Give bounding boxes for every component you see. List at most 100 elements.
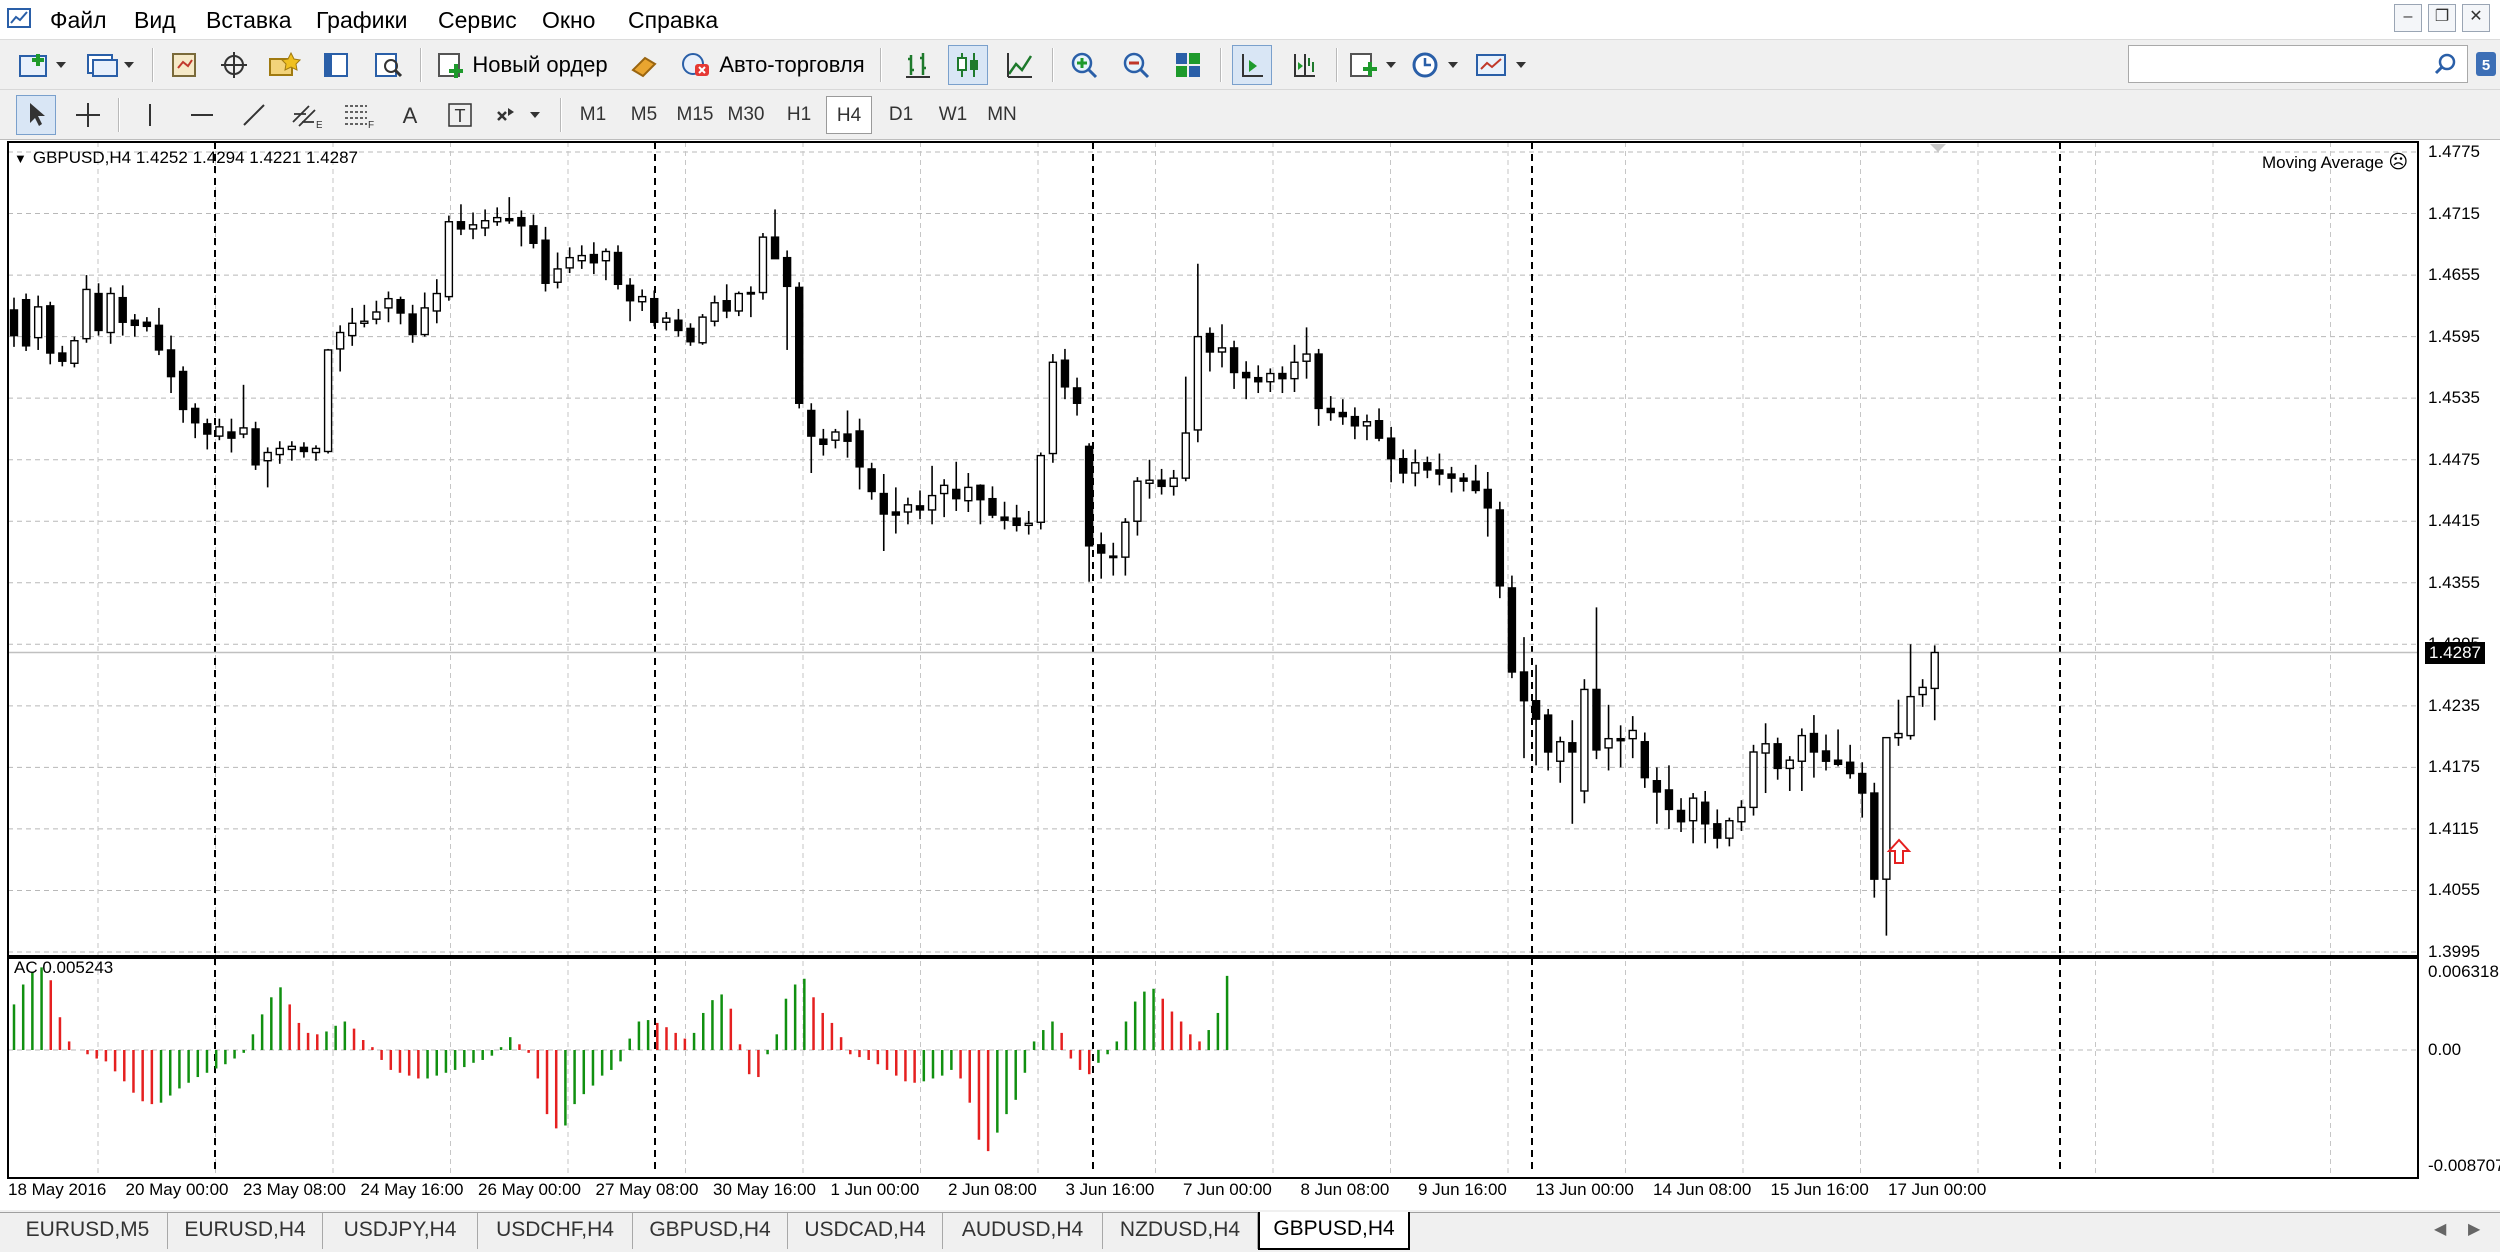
- bear-candle: [1447, 473, 1456, 479]
- menu-help[interactable]: Справка: [622, 5, 724, 35]
- chart-window[interactable]: ▼ GBPUSD,H4 1.4252 1.4294 1.4221 1.4287 M…: [0, 140, 2500, 1210]
- timeframe-m30[interactable]: M30: [723, 96, 769, 134]
- auto-scroll-icon[interactable]: [1232, 45, 1272, 85]
- timeframe-m15[interactable]: M15: [672, 96, 718, 134]
- price-tick-label: 1.4775: [2428, 142, 2480, 161]
- bull-candle: [1169, 477, 1178, 488]
- tabs-scroll-right-icon[interactable]: ▶: [2468, 1219, 2480, 1239]
- fibonacci-icon[interactable]: F: [338, 95, 378, 135]
- terminal-icon[interactable]: [316, 45, 356, 85]
- favorites-icon[interactable]: [264, 45, 304, 85]
- bear-candle: [1084, 445, 1094, 547]
- meta-editor-icon[interactable]: [624, 45, 664, 85]
- bear-candle: [1833, 759, 1843, 766]
- menu-window[interactable]: Окно: [536, 5, 601, 35]
- trendline-icon[interactable]: [234, 95, 274, 135]
- bear-candle: [9, 309, 19, 337]
- price-chart[interactable]: [0, 140, 2500, 1210]
- moving-average-label[interactable]: Moving Average ☹: [2262, 151, 2408, 174]
- zoom-in-icon[interactable]: [1064, 45, 1104, 85]
- market-watch-icon[interactable]: [164, 45, 204, 85]
- date-tick-label: 18 May 2016: [8, 1180, 107, 1199]
- timeframe-h4[interactable]: H4: [826, 96, 872, 134]
- periods-button[interactable]: [1410, 45, 1466, 85]
- horizontal-line-icon[interactable]: [182, 95, 222, 135]
- tab-nzdusd-h4[interactable]: NZDUSD,H4: [1103, 1213, 1258, 1249]
- tabs-scroll-left-icon[interactable]: ◀: [2434, 1219, 2446, 1239]
- bear-candle: [1519, 671, 1529, 702]
- tab-usdjpy-h4[interactable]: USDJPY,H4: [323, 1213, 478, 1249]
- auto-trading-button[interactable]: Авто-торговля: [674, 45, 870, 85]
- bear-candle: [807, 409, 816, 437]
- ac-tick-label: -0.008707: [2428, 1156, 2500, 1175]
- bear-candle: [1592, 688, 1601, 751]
- menu-file[interactable]: Файл: [44, 5, 113, 35]
- restore-button[interactable]: ❐: [2428, 4, 2456, 32]
- tab-gbpusd-h4-first[interactable]: GBPUSD,H4: [633, 1213, 788, 1249]
- bear-candle: [505, 217, 514, 222]
- tab-eurusd-h4[interactable]: EURUSD,H4: [168, 1213, 323, 1249]
- shift-marker-icon: [1930, 144, 1946, 152]
- crosshair-icon[interactable]: [68, 95, 108, 135]
- text-icon[interactable]: A: [390, 95, 430, 135]
- bear-candle: [976, 484, 985, 501]
- zoom-out-icon[interactable]: [1116, 45, 1156, 85]
- candles: [9, 197, 1939, 936]
- chart-menu-arrow-icon[interactable]: ▼: [14, 151, 27, 166]
- templates-button[interactable]: [1474, 45, 1534, 85]
- new-order-button[interactable]: Новый ордер: [432, 45, 612, 85]
- bear-candle: [1507, 587, 1517, 673]
- timeframe-h1[interactable]: H1: [776, 96, 822, 134]
- menu-tools[interactable]: Сервис: [432, 5, 523, 35]
- bull-candle: [1930, 651, 1939, 690]
- arrows-button[interactable]: [492, 95, 548, 135]
- tab-eurusd-m5[interactable]: EURUSD,M5: [8, 1213, 168, 1249]
- app-icon[interactable]: [6, 6, 32, 32]
- timeframe-m1[interactable]: M1: [570, 96, 616, 134]
- bull-candle: [1121, 521, 1130, 558]
- strategy-tester-icon[interactable]: [368, 45, 408, 85]
- text-label-icon[interactable]: T: [440, 95, 480, 135]
- profiles-button[interactable]: [84, 45, 140, 85]
- timeframe-m5[interactable]: M5: [621, 96, 667, 134]
- line-chart-icon[interactable]: [1000, 45, 1040, 85]
- bear-candle: [1640, 741, 1650, 779]
- bear-candle: [1471, 480, 1480, 492]
- timeframe-d1[interactable]: D1: [878, 96, 924, 134]
- vertical-line-icon[interactable]: [130, 95, 170, 135]
- ac-tick-label: 0.006318: [2428, 962, 2499, 981]
- candlestick-chart-icon[interactable]: [948, 45, 988, 85]
- bear-candle: [1229, 347, 1239, 374]
- bear-candle: [1616, 737, 1625, 742]
- timeframe-mn[interactable]: MN: [979, 96, 1025, 134]
- bear-candle: [1652, 780, 1662, 793]
- search-icon[interactable]: [2433, 51, 2459, 83]
- minimize-button[interactable]: –: [2394, 4, 2422, 32]
- close-button[interactable]: ✕: [2462, 4, 2490, 32]
- menu-view[interactable]: Вид: [128, 5, 182, 35]
- bear-candle: [1423, 462, 1432, 471]
- tab-usdcad-h4[interactable]: USDCAD,H4: [788, 1213, 943, 1249]
- bull-candle: [1785, 759, 1794, 770]
- tab-usdchf-h4[interactable]: USDCHF,H4: [478, 1213, 633, 1249]
- menu-insert[interactable]: Вставка: [200, 5, 298, 35]
- mql5-community-icon[interactable]: 5: [2474, 48, 2498, 82]
- timeframe-w1[interactable]: W1: [930, 96, 976, 134]
- price-tick-label: 1.4055: [2428, 880, 2480, 900]
- search-input[interactable]: [2128, 45, 2468, 83]
- new-chart-button[interactable]: [14, 45, 74, 85]
- cursor-icon[interactable]: [16, 95, 56, 135]
- menu-charts[interactable]: Графики: [310, 5, 413, 35]
- chart-shift-icon[interactable]: [1284, 45, 1324, 85]
- crosshair-navigator-icon[interactable]: [214, 45, 254, 85]
- indicators-button[interactable]: [1348, 45, 1404, 85]
- tab-audusd-h4[interactable]: AUDUSD,H4: [943, 1213, 1103, 1249]
- tab-gbpusd-h4-active[interactable]: GBPUSD,H4: [1258, 1212, 1410, 1250]
- tile-windows-icon[interactable]: [1168, 45, 1208, 85]
- price-tick-label: 1.4235: [2428, 695, 2480, 715]
- bear-candle: [1483, 488, 1492, 509]
- bull-candle: [106, 292, 115, 334]
- equidistant-channel-icon[interactable]: E: [286, 95, 326, 135]
- bull-candle: [964, 486, 973, 502]
- bar-chart-icon[interactable]: [898, 45, 938, 85]
